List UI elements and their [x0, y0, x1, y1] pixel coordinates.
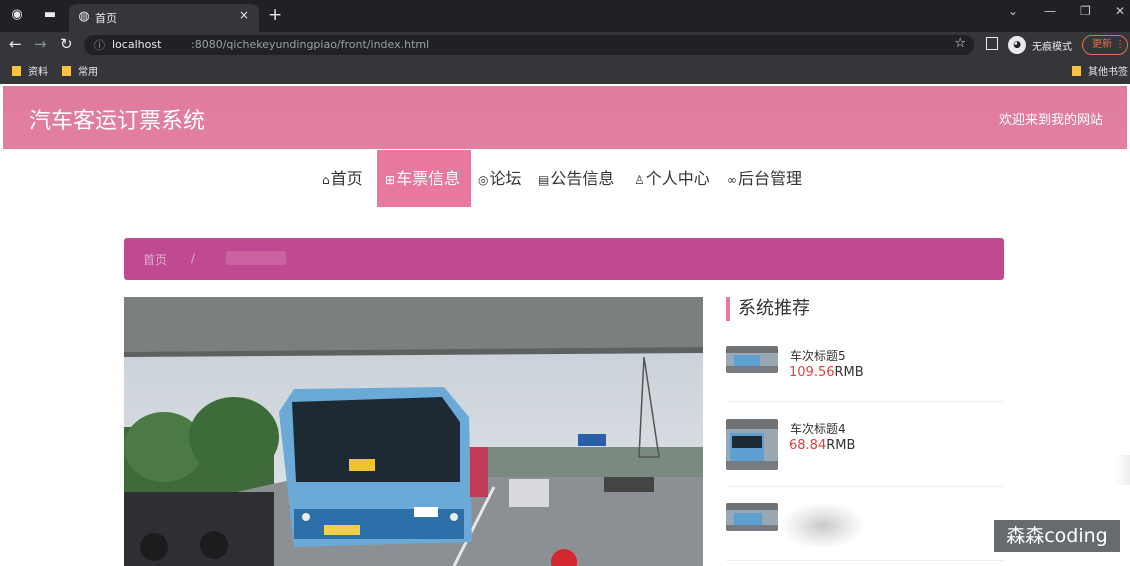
other-bookmarks-label: 其他书签 — [1088, 67, 1128, 78]
price-unit: RMB — [834, 365, 864, 380]
back-icon[interactable]: ← — [9, 35, 22, 53]
bus-photo — [124, 297, 703, 566]
nav-label: 后台管理 — [738, 169, 803, 188]
tab-title: 首页 — [95, 12, 117, 25]
edge-shade — [1114, 455, 1130, 485]
bookmark-star-icon[interactable]: ☆ — [954, 36, 966, 51]
forward-icon[interactable]: → — [34, 35, 47, 53]
restore-icon[interactable]: ❐ — [1080, 4, 1091, 18]
bus-thumbnail — [726, 419, 778, 470]
url-path: :8080/qichekeyundingpiao/front/index.htm… — [191, 38, 430, 51]
nav-label: 公告信息 — [550, 169, 615, 188]
nav-notices[interactable]: ▤公告信息 — [534, 150, 618, 207]
chat-icon: ◎ — [478, 173, 489, 187]
incognito-avatar-icon[interactable]: ◕ — [1008, 36, 1026, 54]
recommend-name[interactable]: 车次标题5 — [790, 347, 846, 364]
recommend-name[interactable]: 车次标题4 — [790, 420, 846, 437]
bookmark-label: 常用 — [78, 67, 98, 78]
blurred-content — [783, 503, 863, 548]
breadcrumb-current — [226, 251, 286, 265]
site-title: 汽车客运订票系统 — [29, 109, 206, 134]
update-label: 更新 — [1092, 39, 1112, 50]
ticket-icon: ⊞ — [385, 173, 396, 187]
price-value: 109.56 — [789, 365, 835, 380]
nav-home[interactable]: ⌂首页 — [318, 150, 367, 207]
main-banner-image — [124, 297, 703, 566]
bus-thumbnail — [726, 503, 778, 531]
minimize-icon[interactable]: — — [1044, 4, 1056, 18]
side-panel-icon[interactable] — [986, 37, 998, 50]
recommend-thumbnail[interactable] — [726, 346, 778, 373]
tab-close-icon[interactable]: × — [239, 8, 249, 22]
breadcrumb-separator: / — [191, 251, 196, 265]
recommend-thumbnail[interactable] — [726, 419, 778, 470]
bookmark-folder-1[interactable]: 资料 — [12, 63, 48, 78]
browser-tab-strip: ◉ ▬ ◍ 首页 × + ⌄ — ❐ ✕ — [0, 0, 1130, 32]
breadcrumb: 首页 / — [124, 238, 1004, 280]
update-button[interactable]: 更新 ⋮ — [1082, 35, 1128, 55]
nav-label: 车票信息 — [396, 169, 461, 188]
home-icon: ⌂ — [322, 173, 330, 187]
other-bookmarks[interactable]: 其他书签 — [1072, 63, 1128, 78]
recommend-title: 系统推荐 — [726, 297, 810, 321]
bus-thumbnail — [726, 346, 778, 373]
recommend-price: 109.56RMB — [789, 365, 864, 380]
divider — [726, 401, 1004, 402]
divider — [726, 560, 1004, 561]
nav-admin[interactable]: ∞后台管理 — [723, 150, 806, 207]
divider — [726, 486, 1004, 487]
reload-icon[interactable]: ↻ — [60, 35, 73, 53]
nav-tickets[interactable]: ⊞车票信息 — [377, 150, 471, 207]
active-tab[interactable]: ◍ 首页 × — [69, 4, 259, 32]
browser-menu-icon[interactable]: ◉ — [10, 8, 24, 22]
nav-label: 个人中心 — [645, 169, 710, 188]
address-bar[interactable]: ⓘ localhost :8080/qichekeyundingpiao/fro… — [84, 35, 974, 55]
nav-label: 论坛 — [489, 169, 522, 188]
recommend-thumbnail[interactable] — [726, 503, 778, 531]
welcome-text: 欢迎来到我的网站 — [998, 113, 1103, 128]
folder-icon — [1072, 66, 1081, 76]
recommend-price: 68.84RMB — [789, 438, 855, 453]
nav-label: 首页 — [330, 169, 363, 188]
video-watermark: 森森coding — [994, 520, 1120, 552]
incognito-label: 无痕模式 — [1032, 42, 1072, 53]
user-icon: ♙ — [634, 173, 645, 187]
nav-forum[interactable]: ◎论坛 — [474, 150, 526, 207]
url-host: localhost — [112, 38, 162, 51]
price-unit: RMB — [826, 438, 856, 453]
bookmark-label: 资料 — [28, 67, 48, 78]
bookmarks-bar: 资料 常用 其他书签 — [0, 58, 1130, 84]
bookmark-folder-2[interactable]: 常用 — [62, 63, 98, 78]
browser-toolbar: ← → ↻ ⓘ localhost :8080/qichekeyundingpi… — [0, 32, 1130, 58]
close-window-icon[interactable]: ✕ — [1115, 4, 1125, 18]
notice-icon: ▤ — [538, 173, 550, 187]
new-tab-button[interactable]: + — [268, 5, 282, 25]
folder-icon — [62, 66, 71, 76]
price-value: 68.84 — [789, 438, 827, 453]
tab-search-icon[interactable]: ▬ — [43, 8, 57, 22]
tab-list-icon[interactable]: ⌄ — [1008, 4, 1018, 18]
breadcrumb-home[interactable]: 首页 — [143, 251, 167, 268]
folder-icon — [12, 66, 21, 76]
link-icon: ∞ — [727, 173, 737, 187]
site-info-icon[interactable]: ⓘ — [94, 37, 105, 53]
nav-user-center[interactable]: ♙个人中心 — [630, 150, 714, 207]
site-header: 汽车客运订票系统 欢迎来到我的网站 — [3, 86, 1127, 149]
globe-icon: ◍ — [78, 9, 90, 24]
